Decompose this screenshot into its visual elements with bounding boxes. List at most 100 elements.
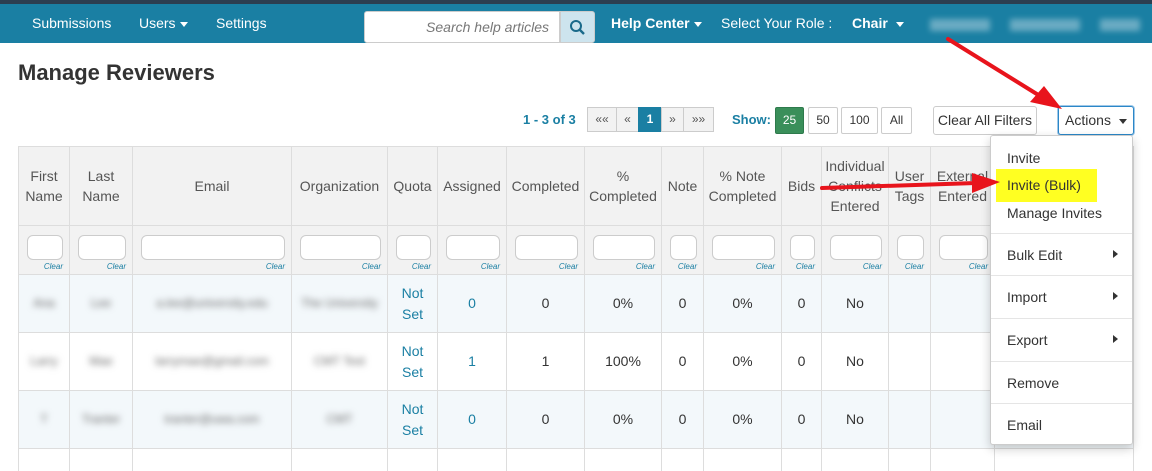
filter-clear-link[interactable]: Clear xyxy=(412,262,431,271)
header-bids[interactable]: Bids xyxy=(782,147,821,225)
filter-clear-link[interactable]: Clear xyxy=(107,262,126,271)
filter-pct-completed-input[interactable] xyxy=(593,235,655,260)
table-cell: a.lee@university.edu xyxy=(133,275,291,333)
filter-clear-link[interactable]: Clear xyxy=(266,262,285,271)
clear-all-filters-button[interactable]: Clear All Filters xyxy=(933,106,1037,135)
filter-organization-input[interactable] xyxy=(300,235,381,260)
column-bids: Bids Clear 0 0 0 xyxy=(782,147,822,471)
header-assigned[interactable]: Assigned xyxy=(438,147,506,225)
filter-clear-link[interactable]: Clear xyxy=(796,262,815,271)
pager-page-1[interactable]: 1 xyxy=(638,107,662,132)
table-cell xyxy=(889,391,930,449)
column-completed: Completed Clear 0 1 0 xyxy=(507,147,585,471)
assigned-link[interactable]: 0 xyxy=(468,293,476,314)
pager-next-button[interactable]: » xyxy=(661,107,684,132)
pager-last-button[interactable]: »» xyxy=(683,107,714,132)
header-organization[interactable]: Organization xyxy=(292,147,387,225)
assigned-link[interactable]: 1 xyxy=(468,351,476,372)
menu-bulk-edit[interactable]: Bulk Edit xyxy=(991,247,1132,263)
menu-divider xyxy=(991,318,1132,319)
nav-submissions[interactable]: Submissions xyxy=(32,15,111,31)
menu-invite-bulk[interactable]: Invite (Bulk) xyxy=(991,177,1134,193)
quota-link[interactable]: Not Set xyxy=(396,283,429,325)
menu-import[interactable]: Import xyxy=(991,289,1132,305)
header-conflicts-entered[interactable]: Individual Conflicts Entered xyxy=(822,147,888,225)
filter-user-tags-input[interactable] xyxy=(897,235,924,260)
filter-clear-link[interactable]: Clear xyxy=(481,262,500,271)
filter-row: Clear xyxy=(388,225,437,275)
filter-clear-link[interactable]: Clear xyxy=(905,262,924,271)
menu-manage-invites[interactable]: Manage Invites xyxy=(991,205,1132,221)
header-pct-note-completed[interactable]: % Note Completed xyxy=(704,147,781,225)
table-cell: 0% xyxy=(704,391,781,449)
chevron-down-icon xyxy=(1118,118,1127,124)
filter-first-name-input[interactable] xyxy=(27,235,63,260)
filter-row: Clear xyxy=(507,225,584,275)
search-button[interactable] xyxy=(560,11,595,43)
table-cell: 1 xyxy=(438,333,506,391)
header-pct-completed[interactable]: % Completed xyxy=(585,147,661,225)
menu-email[interactable]: Email xyxy=(991,417,1132,433)
user-name-redacted[interactable] xyxy=(930,19,990,31)
quota-link[interactable]: Not Set xyxy=(396,399,429,441)
header-completed[interactable]: Completed xyxy=(507,147,584,225)
menu-invite[interactable]: Invite xyxy=(991,150,1132,166)
show-50-button[interactable]: 50 xyxy=(808,107,838,134)
menu-divider xyxy=(991,361,1132,362)
assigned-link[interactable]: 0 xyxy=(468,409,476,430)
filter-clear-link[interactable]: Clear xyxy=(44,262,63,271)
role-dropdown[interactable]: Chair xyxy=(852,15,904,31)
table-cell: 0 xyxy=(782,391,821,449)
menu-export[interactable]: Export xyxy=(991,332,1132,348)
menu-export-label: Export xyxy=(1007,332,1048,348)
help-search-input[interactable]: Search help articles xyxy=(364,11,560,43)
filter-row: Clear xyxy=(133,225,291,275)
table-cell: No xyxy=(822,391,888,449)
actions-dropdown-button[interactable]: Actions xyxy=(1058,106,1134,135)
filter-row: Clear xyxy=(19,225,69,275)
chevron-right-icon xyxy=(1113,335,1118,343)
header-email[interactable]: Email xyxy=(133,147,291,225)
nav-users[interactable]: Users xyxy=(139,15,188,31)
filter-clear-link[interactable]: Clear xyxy=(863,262,882,271)
pager-prev-button[interactable]: « xyxy=(616,107,639,132)
filter-note-input[interactable] xyxy=(670,235,697,260)
nav-settings[interactable]: Settings xyxy=(216,15,267,31)
filter-last-name-input[interactable] xyxy=(78,235,126,260)
show-25-button[interactable]: 25 xyxy=(775,107,804,134)
table-cell: 100% xyxy=(585,333,661,391)
filter-clear-link[interactable]: Clear xyxy=(559,262,578,271)
filter-clear-link[interactable]: Clear xyxy=(969,262,988,271)
table-cell: Mae xyxy=(70,333,132,391)
table-cell: larrymae@gmail.com xyxy=(133,333,291,391)
show-all-button[interactable]: All xyxy=(881,107,912,134)
filter-pct-note-input[interactable] xyxy=(712,235,775,260)
filter-clear-link[interactable]: Clear xyxy=(362,262,381,271)
filter-email-input[interactable] xyxy=(141,235,285,260)
header-first-name[interactable]: First Name xyxy=(19,147,69,225)
sign-out-redacted[interactable] xyxy=(1100,19,1140,31)
menu-bulk-edit-label: Bulk Edit xyxy=(1007,247,1063,263)
filter-bids-input[interactable] xyxy=(790,235,815,260)
filter-clear-link[interactable]: Clear xyxy=(756,262,775,271)
header-note[interactable]: Note xyxy=(662,147,703,225)
user-account-redacted[interactable] xyxy=(1010,19,1080,31)
filter-quota-input[interactable] xyxy=(396,235,431,260)
filter-assigned-input[interactable] xyxy=(446,235,500,260)
filter-clear-link[interactable]: Clear xyxy=(678,262,697,271)
header-quota[interactable]: Quota xyxy=(388,147,437,225)
filter-conflicts-input[interactable] xyxy=(830,235,882,260)
header-external-entered[interactable]: External Entered xyxy=(931,147,994,225)
pager-first-button[interactable]: «« xyxy=(587,107,617,132)
filter-clear-link[interactable]: Clear xyxy=(636,262,655,271)
help-center-menu[interactable]: Help Center xyxy=(611,15,702,31)
header-user-tags[interactable]: User Tags xyxy=(889,147,930,225)
filter-row: Clear xyxy=(782,225,821,275)
filter-completed-input[interactable] xyxy=(515,235,578,260)
menu-remove[interactable]: Remove xyxy=(991,375,1132,391)
quota-link[interactable]: Not Set xyxy=(396,341,429,383)
table-cell: tranter@uwa.com xyxy=(133,391,291,449)
header-last-name[interactable]: Last Name xyxy=(70,147,132,225)
filter-external-input[interactable] xyxy=(939,235,988,260)
show-100-button[interactable]: 100 xyxy=(841,107,878,134)
